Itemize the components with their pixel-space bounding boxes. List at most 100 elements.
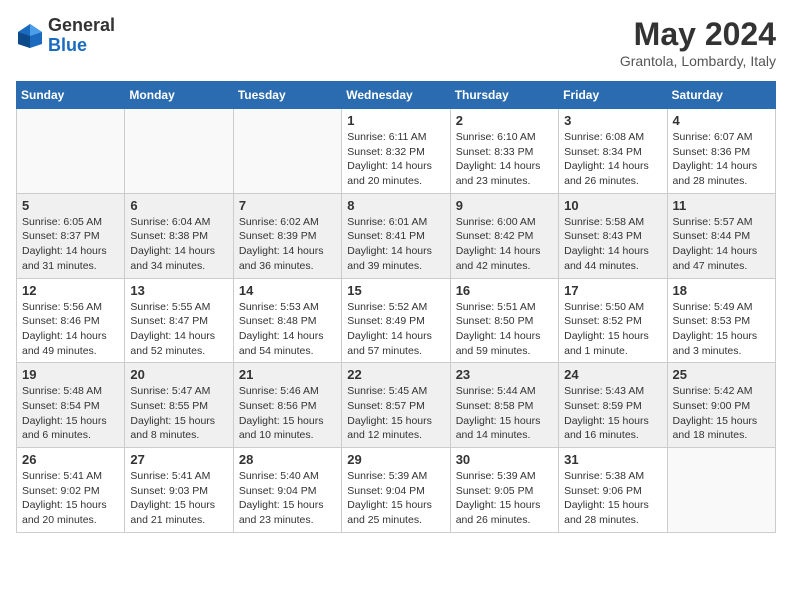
calendar-day: 12 Sunrise: 5:56 AM Sunset: 8:46 PM Dayli… — [17, 278, 125, 363]
day-info: Sunrise: 5:42 AM Sunset: 9:00 PM Dayligh… — [673, 384, 770, 443]
day-number: 4 — [673, 113, 770, 128]
logo-icon — [16, 22, 44, 50]
calendar-day — [667, 448, 775, 533]
calendar-day: 29 Sunrise: 5:39 AM Sunset: 9:04 PM Dayli… — [342, 448, 450, 533]
calendar-day: 24Sunrise: 5:43 AM Sunset: 8:59 PM Dayli… — [559, 363, 667, 448]
day-info: Sunrise: 5:56 AM Sunset: 8:46 PM Dayligh… — [22, 300, 119, 359]
calendar-day: 22 Sunrise: 5:45 AM Sunset: 8:57 PM Dayli… — [342, 363, 450, 448]
day-info: Sunrise: 5:39 AM Sunset: 9:05 PM Dayligh… — [456, 469, 553, 528]
logo-general: General — [48, 15, 115, 35]
calendar-day: 18Sunrise: 5:49 AM Sunset: 8:53 PM Dayli… — [667, 278, 775, 363]
calendar-day: 13 Sunrise: 5:55 AM Sunset: 8:47 PM Dayli… — [125, 278, 233, 363]
day-number: 21 — [239, 367, 336, 382]
day-info: Sunrise: 5:50 AM Sunset: 8:52 PM Dayligh… — [564, 300, 661, 359]
day-number: 11 — [673, 198, 770, 213]
day-number: 6 — [130, 198, 227, 213]
day-number: 9 — [456, 198, 553, 213]
calendar-day: 25 Sunrise: 5:42 AM Sunset: 9:00 PM Dayli… — [667, 363, 775, 448]
day-number: 16 — [456, 283, 553, 298]
calendar-day — [125, 109, 233, 194]
day-number: 10 — [564, 198, 661, 213]
calendar-week-row: 1 Sunrise: 6:11 AM Sunset: 8:32 PM Daylig… — [17, 109, 776, 194]
weekday-header: Friday — [559, 82, 667, 109]
calendar-week-row: 26 Sunrise: 5:41 AM Sunset: 9:02 PM Dayli… — [17, 448, 776, 533]
day-info: Sunrise: 5:40 AM Sunset: 9:04 PM Dayligh… — [239, 469, 336, 528]
day-info: Sunrise: 5:46 AM Sunset: 8:56 PM Dayligh… — [239, 384, 336, 443]
day-info: Sunrise: 5:51 AM Sunset: 8:50 PM Dayligh… — [456, 300, 553, 359]
calendar-week-row: 19 Sunrise: 5:48 AM Sunset: 8:54 PM Dayli… — [17, 363, 776, 448]
calendar-day: 20 Sunrise: 5:47 AM Sunset: 8:55 PM Dayli… — [125, 363, 233, 448]
calendar-day: 8 Sunrise: 6:01 AM Sunset: 8:41 PM Daylig… — [342, 193, 450, 278]
day-number: 19 — [22, 367, 119, 382]
day-number: 7 — [239, 198, 336, 213]
day-info: Sunrise: 6:11 AM Sunset: 8:32 PM Dayligh… — [347, 130, 444, 189]
day-info: Sunrise: 6:01 AM Sunset: 8:41 PM Dayligh… — [347, 215, 444, 274]
calendar-day: 1 Sunrise: 6:11 AM Sunset: 8:32 PM Daylig… — [342, 109, 450, 194]
title-area: May 2024 Grantola, Lombardy, Italy — [620, 16, 776, 69]
page-header: General Blue May 2024 Grantola, Lombardy… — [16, 16, 776, 69]
day-number: 30 — [456, 452, 553, 467]
day-info: Sunrise: 5:38 AM Sunset: 9:06 PM Dayligh… — [564, 469, 661, 528]
calendar-day: 14 Sunrise: 5:53 AM Sunset: 8:48 PM Dayli… — [233, 278, 341, 363]
day-number: 24 — [564, 367, 661, 382]
day-info: Sunrise: 6:05 AM Sunset: 8:37 PM Dayligh… — [22, 215, 119, 274]
day-info: Sunrise: 6:10 AM Sunset: 8:33 PM Dayligh… — [456, 130, 553, 189]
day-number: 14 — [239, 283, 336, 298]
day-number: 23 — [456, 367, 553, 382]
day-number: 29 — [347, 452, 444, 467]
day-info: Sunrise: 5:44 AM Sunset: 8:58 PM Dayligh… — [456, 384, 553, 443]
weekday-header: Tuesday — [233, 82, 341, 109]
day-number: 15 — [347, 283, 444, 298]
calendar-day: 3Sunrise: 6:08 AM Sunset: 8:34 PM Daylig… — [559, 109, 667, 194]
day-info: Sunrise: 5:55 AM Sunset: 8:47 PM Dayligh… — [130, 300, 227, 359]
location: Grantola, Lombardy, Italy — [620, 53, 776, 69]
day-info: Sunrise: 5:48 AM Sunset: 8:54 PM Dayligh… — [22, 384, 119, 443]
day-info: Sunrise: 6:00 AM Sunset: 8:42 PM Dayligh… — [456, 215, 553, 274]
calendar-day: 11Sunrise: 5:57 AM Sunset: 8:44 PM Dayli… — [667, 193, 775, 278]
day-number: 8 — [347, 198, 444, 213]
calendar-day — [233, 109, 341, 194]
day-info: Sunrise: 5:58 AM Sunset: 8:43 PM Dayligh… — [564, 215, 661, 274]
day-number: 17 — [564, 283, 661, 298]
calendar-day: 30 Sunrise: 5:39 AM Sunset: 9:05 PM Dayli… — [450, 448, 558, 533]
calendar-day: 7 Sunrise: 6:02 AM Sunset: 8:39 PM Daylig… — [233, 193, 341, 278]
logo-text: General Blue — [48, 16, 115, 56]
calendar-week-row: 12 Sunrise: 5:56 AM Sunset: 8:46 PM Dayli… — [17, 278, 776, 363]
weekday-header: Monday — [125, 82, 233, 109]
logo: General Blue — [16, 16, 115, 56]
day-info: Sunrise: 6:07 AM Sunset: 8:36 PM Dayligh… — [673, 130, 770, 189]
day-info: Sunrise: 5:41 AM Sunset: 9:03 PM Dayligh… — [130, 469, 227, 528]
day-number: 20 — [130, 367, 227, 382]
calendar-day: 16 Sunrise: 5:51 AM Sunset: 8:50 PM Dayli… — [450, 278, 558, 363]
calendar-day: 26 Sunrise: 5:41 AM Sunset: 9:02 PM Dayli… — [17, 448, 125, 533]
weekday-header-row: SundayMondayTuesdayWednesdayThursdayFrid… — [17, 82, 776, 109]
day-number: 25 — [673, 367, 770, 382]
day-info: Sunrise: 6:08 AM Sunset: 8:34 PM Dayligh… — [564, 130, 661, 189]
day-number: 22 — [347, 367, 444, 382]
day-number: 31 — [564, 452, 661, 467]
calendar-day: 21 Sunrise: 5:46 AM Sunset: 8:56 PM Dayli… — [233, 363, 341, 448]
day-number: 13 — [130, 283, 227, 298]
day-info: Sunrise: 5:52 AM Sunset: 8:49 PM Dayligh… — [347, 300, 444, 359]
day-info: Sunrise: 6:04 AM Sunset: 8:38 PM Dayligh… — [130, 215, 227, 274]
calendar-week-row: 5 Sunrise: 6:05 AM Sunset: 8:37 PM Daylig… — [17, 193, 776, 278]
calendar-day: 19 Sunrise: 5:48 AM Sunset: 8:54 PM Dayli… — [17, 363, 125, 448]
day-number: 12 — [22, 283, 119, 298]
day-number: 1 — [347, 113, 444, 128]
day-number: 27 — [130, 452, 227, 467]
day-info: Sunrise: 5:45 AM Sunset: 8:57 PM Dayligh… — [347, 384, 444, 443]
calendar-day: 17 Sunrise: 5:50 AM Sunset: 8:52 PM Dayli… — [559, 278, 667, 363]
day-info: Sunrise: 5:47 AM Sunset: 8:55 PM Dayligh… — [130, 384, 227, 443]
calendar-day: 27 Sunrise: 5:41 AM Sunset: 9:03 PM Dayli… — [125, 448, 233, 533]
calendar: SundayMondayTuesdayWednesdayThursdayFrid… — [16, 81, 776, 533]
calendar-day: 9 Sunrise: 6:00 AM Sunset: 8:42 PM Daylig… — [450, 193, 558, 278]
day-number: 26 — [22, 452, 119, 467]
calendar-day: 23 Sunrise: 5:44 AM Sunset: 8:58 PM Dayli… — [450, 363, 558, 448]
day-info: Sunrise: 5:41 AM Sunset: 9:02 PM Dayligh… — [22, 469, 119, 528]
day-info: Sunrise: 5:39 AM Sunset: 9:04 PM Dayligh… — [347, 469, 444, 528]
day-info: Sunrise: 6:02 AM Sunset: 8:39 PM Dayligh… — [239, 215, 336, 274]
calendar-day: 5 Sunrise: 6:05 AM Sunset: 8:37 PM Daylig… — [17, 193, 125, 278]
day-number: 5 — [22, 198, 119, 213]
day-info: Sunrise: 5:53 AM Sunset: 8:48 PM Dayligh… — [239, 300, 336, 359]
weekday-header: Saturday — [667, 82, 775, 109]
